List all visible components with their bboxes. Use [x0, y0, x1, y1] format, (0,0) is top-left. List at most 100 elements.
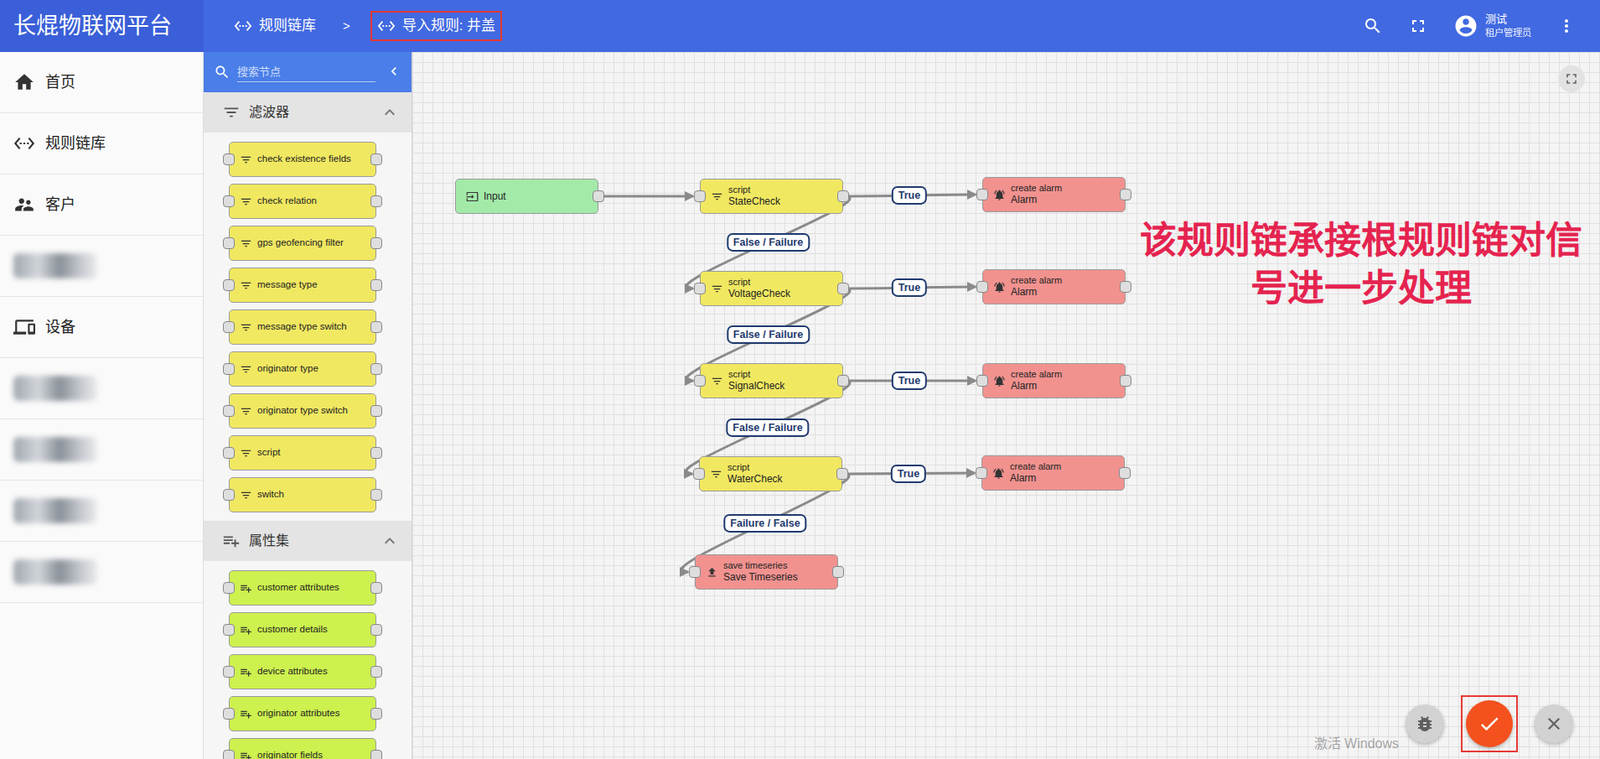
input-port[interactable] [222, 446, 235, 459]
input-port[interactable] [222, 153, 235, 166]
connection-label[interactable]: True [890, 463, 927, 482]
palette-node[interactable]: customer details [228, 611, 377, 648]
palette-node[interactable]: gps geofencing filter [228, 225, 377, 261]
debug-button[interactable] [1405, 704, 1445, 743]
palette-node[interactable]: script [228, 434, 377, 471]
palette-node[interactable]: customer attributes [228, 569, 377, 606]
palette-node[interactable]: device attributes [228, 653, 377, 689]
palette-node[interactable]: message type [228, 267, 377, 303]
input-port[interactable] [222, 665, 235, 678]
palette-node[interactable]: originator type switch [228, 393, 377, 429]
output-port[interactable] [832, 565, 845, 578]
output-port[interactable] [370, 446, 383, 459]
sidebar-item[interactable]: 规则链库 [0, 113, 203, 175]
connection[interactable] [598, 195, 694, 198]
output-port[interactable] [370, 279, 383, 291]
input-port[interactable] [693, 190, 706, 202]
rule-node[interactable]: create alarmAlarm [982, 362, 1126, 399]
search-button[interactable] [1356, 9, 1390, 43]
output-port[interactable] [1119, 188, 1132, 201]
breadcrumb-item[interactable]: 规则链库 [227, 10, 323, 42]
palette-node[interactable]: originator fields [228, 737, 377, 759]
input-port[interactable] [222, 321, 235, 333]
connection-label[interactable]: False / Failure [726, 233, 810, 252]
input-port[interactable] [976, 280, 989, 293]
apply-button[interactable] [1465, 699, 1513, 747]
connection-label[interactable]: Failure / False [723, 512, 807, 532]
input-port[interactable] [222, 707, 235, 720]
output-port[interactable] [370, 404, 383, 417]
output-port[interactable] [370, 195, 383, 208]
palette-node[interactable]: check relation [228, 183, 377, 219]
user-menu[interactable]: 测试租户管理员 [1446, 12, 1538, 40]
output-port[interactable] [837, 374, 850, 387]
sidebar-item[interactable] [0, 541, 203, 603]
palette-node[interactable]: switch [228, 476, 377, 513]
rule-node[interactable]: scriptSignalCheck [699, 362, 844, 399]
input-port[interactable] [222, 362, 235, 375]
brand[interactable]: 长焜物联网平台 [0, 0, 204, 52]
connection-label[interactable]: True [891, 371, 927, 390]
output-port[interactable] [370, 707, 383, 720]
fullscreen-button[interactable] [1401, 9, 1435, 43]
output-port[interactable] [836, 467, 849, 480]
rule-node[interactable]: save timeseriesSave Timeseries [694, 554, 839, 590]
output-port[interactable] [370, 665, 383, 678]
palette-node[interactable]: message type switch [228, 309, 377, 345]
connection-label[interactable]: False / Failure [726, 325, 810, 344]
input-port[interactable] [976, 374, 989, 387]
rule-chain-canvas[interactable]: True False / Failure True False / Failure Tr… [412, 51, 1600, 759]
more-button[interactable] [1549, 9, 1584, 43]
input-port[interactable] [222, 195, 235, 208]
connection-label[interactable]: True [891, 278, 927, 297]
rule-node[interactable]: create alarmAlarm [981, 455, 1125, 491]
palette-section-header[interactable]: 滤波器 [203, 92, 412, 133]
output-port[interactable] [837, 282, 850, 295]
output-port[interactable] [370, 321, 383, 333]
sidebar-item[interactable] [0, 357, 203, 420]
palette-node[interactable]: check existence fields [228, 141, 377, 177]
output-port[interactable] [370, 153, 383, 166]
input-port[interactable] [693, 282, 706, 295]
palette-section-header[interactable]: 属性集 [203, 520, 412, 561]
sidebar-item[interactable]: 首页 [0, 51, 203, 114]
palette-node[interactable]: originator attributes [228, 695, 377, 731]
output-port[interactable] [1119, 374, 1132, 387]
connection-label[interactable]: False / Failure [725, 417, 809, 436]
rule-node[interactable]: create alarmAlarm [982, 269, 1126, 305]
input-port[interactable] [976, 188, 989, 201]
input-port[interactable] [222, 279, 235, 291]
connection-label[interactable]: True [891, 186, 927, 205]
rule-node[interactable]: scriptStateCheck [699, 178, 844, 214]
palette-node[interactable]: originator type [228, 351, 377, 387]
revert-button[interactable] [1534, 704, 1574, 743]
input-port[interactable] [693, 467, 705, 480]
sidebar-item[interactable]: 客户 [0, 174, 203, 236]
input-port[interactable] [975, 466, 988, 479]
input-port[interactable] [222, 581, 235, 594]
rule-node[interactable]: scriptWaterCheck [699, 455, 843, 492]
sidebar-item[interactable] [0, 480, 203, 542]
sidebar-item[interactable] [0, 235, 203, 297]
output-port[interactable] [1119, 280, 1132, 293]
rule-node[interactable]: create alarmAlarm [982, 176, 1126, 213]
rule-node[interactable]: Input [455, 178, 599, 214]
output-port[interactable] [370, 237, 383, 249]
sidebar-item[interactable] [0, 419, 203, 481]
output-port[interactable] [370, 581, 383, 594]
breadcrumb-item[interactable]: 导入规则: 井盖 [370, 10, 503, 42]
output-port[interactable] [370, 623, 383, 636]
input-port[interactable] [688, 565, 701, 578]
input-port[interactable] [222, 404, 235, 417]
rule-node[interactable]: scriptVoltageCheck [699, 270, 844, 306]
output-port[interactable] [592, 190, 605, 202]
output-port[interactable] [1118, 466, 1131, 479]
input-port[interactable] [222, 488, 235, 501]
sidebar-item[interactable]: 设备 [0, 296, 203, 358]
output-port[interactable] [370, 749, 383, 759]
output-port[interactable] [370, 488, 383, 501]
input-port[interactable] [222, 623, 235, 636]
collapse-palette-button[interactable] [382, 59, 407, 85]
input-port[interactable] [693, 374, 706, 387]
input-port[interactable] [222, 237, 235, 249]
